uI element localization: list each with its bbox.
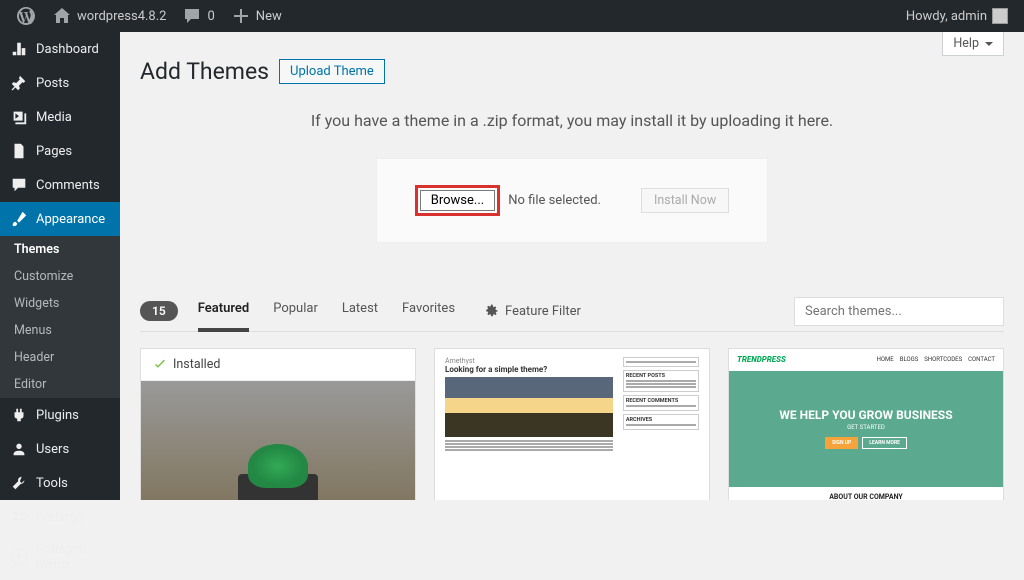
help-tab[interactable]: Help bbox=[942, 32, 1004, 56]
search-themes-input[interactable] bbox=[794, 297, 1004, 326]
submenu-editor[interactable]: Editor bbox=[0, 371, 120, 398]
new-label: New bbox=[256, 9, 282, 24]
main-content: Help Add Themes Upload Theme If you have… bbox=[120, 32, 1024, 500]
check-icon bbox=[153, 358, 167, 372]
sidebar-label: Tools bbox=[36, 476, 68, 491]
theme-count-badge: 15 bbox=[140, 301, 178, 321]
theme-card-amethyst[interactable]: Amethyst Looking for a simple theme? REC… bbox=[434, 348, 710, 500]
sidebar-label: Comments bbox=[36, 178, 100, 193]
admin-sidebar: Dashboard Posts Media Pages Comments App… bbox=[0, 32, 120, 500]
sliders-icon bbox=[10, 508, 28, 526]
theme-preview: Amethyst Looking for a simple theme? REC… bbox=[435, 349, 709, 500]
installed-strip: Installed bbox=[141, 349, 415, 381]
theme-preview bbox=[141, 381, 415, 500]
admin-bar: wordpress4.8.2 0 New Howdy, admin bbox=[0, 0, 1024, 32]
theme-grid: Installed Amethyst Looking for a simple … bbox=[140, 348, 1004, 500]
no-file-text: No file selected. bbox=[508, 193, 601, 208]
sidebar-label: Media bbox=[36, 110, 72, 125]
sidebar-label: Pages bbox=[36, 144, 72, 159]
browse-button[interactable]: Browse... bbox=[420, 190, 495, 211]
theme-filter-bar: 15 Featured Popular Latest Favorites Fea… bbox=[140, 291, 1004, 332]
theme-preview: TRENDPRESS HOME BLOGS SHORTCODES CONTACT… bbox=[729, 349, 1003, 500]
upload-theme-toggle[interactable]: Upload Theme bbox=[279, 59, 385, 84]
theme-hero-text: WE HELP YOU GROW BUSINESS bbox=[779, 408, 952, 422]
feature-filter-label: Feature Filter bbox=[505, 304, 581, 319]
upload-panel: If you have a theme in a .zip format, yo… bbox=[140, 111, 1004, 291]
site-name: wordpress4.8.2 bbox=[77, 9, 166, 24]
sidebar-item-comments[interactable]: Comments bbox=[0, 168, 120, 202]
sidebar-label: Dashboard bbox=[36, 42, 99, 57]
feature-filter-button[interactable]: Feature Filter bbox=[483, 303, 581, 319]
submenu-themes[interactable]: Themes bbox=[0, 236, 120, 263]
sidebar-label: Settings bbox=[36, 510, 83, 525]
brush-icon bbox=[10, 210, 28, 228]
sidebar-label: Posts bbox=[36, 76, 69, 91]
sidebar-item-tools[interactable]: Tools bbox=[0, 466, 120, 500]
pin-icon bbox=[10, 74, 28, 92]
avatar-icon bbox=[992, 8, 1008, 24]
sidebar-item-posts[interactable]: Posts bbox=[0, 66, 120, 100]
appearance-submenu: Themes Customize Widgets Menus Header Ed… bbox=[0, 236, 120, 398]
sidebar-label: Users bbox=[36, 442, 69, 457]
tab-favorites[interactable]: Favorites bbox=[402, 291, 455, 332]
upload-box: Browse... No file selected. Install Now bbox=[376, 158, 768, 243]
sidebar-label: Plugins bbox=[36, 408, 79, 423]
theme-footer-text: ABOUT OUR COMPANY bbox=[729, 487, 1003, 500]
media-icon bbox=[10, 108, 28, 126]
comments-link[interactable]: 0 bbox=[174, 0, 222, 32]
sidebar-label: Appearance bbox=[36, 212, 105, 227]
plus-icon bbox=[231, 6, 251, 26]
install-now-button[interactable]: Install Now bbox=[641, 188, 729, 213]
wordpress-icon bbox=[16, 6, 36, 26]
page-title: Add Themes bbox=[140, 58, 269, 85]
wrench-icon bbox=[10, 474, 28, 492]
user-icon bbox=[10, 440, 28, 458]
comments-count: 0 bbox=[207, 9, 214, 24]
page-icon bbox=[10, 142, 28, 160]
sidebar-item-settings[interactable]: Settings bbox=[0, 500, 120, 534]
submenu-menus[interactable]: Menus bbox=[0, 317, 120, 344]
theme-card-trendpress[interactable]: TRENDPRESS HOME BLOGS SHORTCODES CONTACT… bbox=[728, 348, 1004, 500]
plugin-icon bbox=[10, 406, 28, 424]
sidebar-item-pages[interactable]: Pages bbox=[0, 134, 120, 168]
tab-latest[interactable]: Latest bbox=[342, 291, 378, 332]
submenu-customize[interactable]: Customize bbox=[0, 263, 120, 290]
collapse-icon bbox=[10, 548, 28, 566]
comment-icon bbox=[10, 176, 28, 194]
sidebar-label: Collapse menu bbox=[36, 542, 110, 572]
howdy-text: Howdy, admin bbox=[906, 9, 987, 24]
submenu-widgets[interactable]: Widgets bbox=[0, 290, 120, 317]
sidebar-item-media[interactable]: Media bbox=[0, 100, 120, 134]
sidebar-item-users[interactable]: Users bbox=[0, 432, 120, 466]
theme-brand: TRENDPRESS bbox=[737, 355, 786, 364]
dashboard-icon bbox=[10, 40, 28, 58]
tab-featured[interactable]: Featured bbox=[198, 291, 250, 332]
submenu-header[interactable]: Header bbox=[0, 344, 120, 371]
browse-highlight: Browse... bbox=[415, 185, 500, 216]
comment-icon bbox=[182, 6, 202, 26]
tab-popular[interactable]: Popular bbox=[273, 291, 318, 332]
sidebar-item-plugins[interactable]: Plugins bbox=[0, 398, 120, 432]
theme-headline: Looking for a simple theme? bbox=[445, 365, 613, 374]
home-icon bbox=[52, 6, 72, 26]
account-link[interactable]: Howdy, admin bbox=[898, 0, 1016, 32]
wp-logo[interactable] bbox=[8, 0, 44, 32]
installed-label: Installed bbox=[173, 357, 220, 372]
site-home-link[interactable]: wordpress4.8.2 bbox=[44, 0, 174, 32]
sidebar-item-appearance[interactable]: Appearance bbox=[0, 202, 120, 236]
theme-brand: Amethyst bbox=[445, 357, 613, 365]
upload-message: If you have a theme in a .zip format, yo… bbox=[140, 111, 1004, 130]
gear-icon bbox=[483, 303, 499, 319]
sidebar-collapse[interactable]: Collapse menu bbox=[0, 534, 120, 580]
sidebar-item-dashboard[interactable]: Dashboard bbox=[0, 32, 120, 66]
theme-card-installed[interactable]: Installed bbox=[140, 348, 416, 500]
new-link[interactable]: New bbox=[223, 0, 290, 32]
